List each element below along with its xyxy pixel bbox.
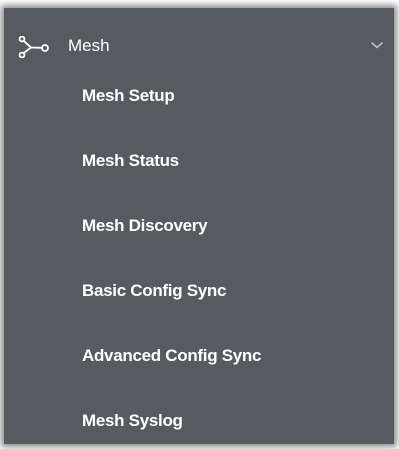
submenu-item-mesh-syslog[interactable]: Mesh Syslog: [4, 391, 394, 449]
mesh-network-icon: [18, 36, 49, 58]
submenu-item-mesh-status[interactable]: Mesh Status: [4, 131, 394, 189]
submenu-item-label: Advanced Config Sync: [82, 346, 262, 365]
chevron-down-icon[interactable]: [370, 40, 384, 50]
submenu-item-label: Mesh Status: [82, 151, 179, 170]
submenu-item-label: Basic Config Sync: [82, 281, 227, 300]
screenshot-frame: Mesh Mesh Setup Mesh Status Mesh Discove…: [0, 0, 399, 448]
submenu-item-label: Mesh Setup: [82, 86, 175, 105]
submenu-item-mesh-setup[interactable]: Mesh Setup: [4, 66, 394, 124]
submenu-item-label: Mesh Discovery: [82, 216, 208, 235]
mesh-menu-header[interactable]: Mesh: [4, 26, 394, 66]
submenu-item-basic-config-sync[interactable]: Basic Config Sync: [4, 261, 394, 319]
submenu-item-label: Mesh Syslog: [82, 411, 183, 430]
mesh-menu: Mesh Mesh Setup Mesh Status Mesh Discove…: [4, 8, 394, 444]
submenu-item-mesh-discovery[interactable]: Mesh Discovery: [4, 196, 394, 254]
submenu-item-advanced-config-sync[interactable]: Advanced Config Sync: [4, 326, 394, 384]
mesh-menu-title: Mesh: [68, 36, 110, 55]
